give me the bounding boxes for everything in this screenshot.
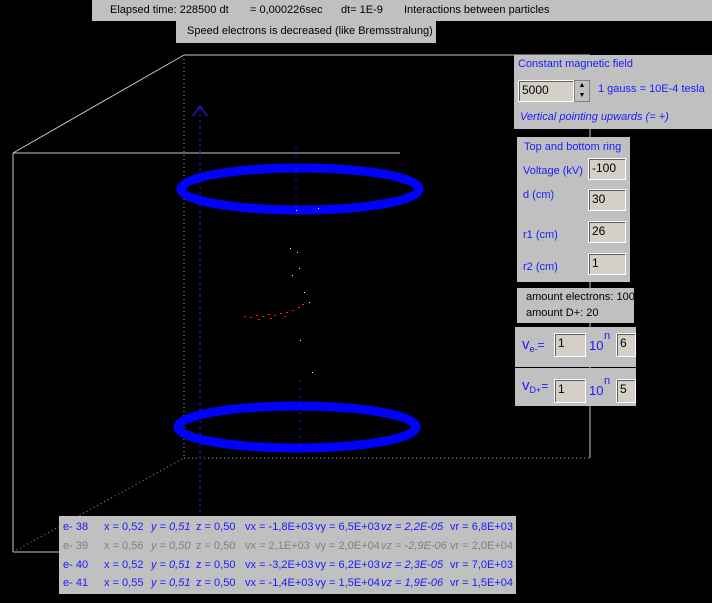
electron-vr: vr = 2,0E+04 xyxy=(450,540,513,552)
electron-id: e- 40 xyxy=(63,559,89,571)
amount-deuterons: amount D+: 20 xyxy=(526,307,599,319)
electron-z: z = 0,50 xyxy=(196,577,236,589)
info-note-text: Speed electrons is decreased (like Brems… xyxy=(187,25,433,37)
electron-x: x = 0,55 xyxy=(104,577,144,589)
vd-n: n xyxy=(604,375,611,387)
window-title: Interactions between particles xyxy=(404,4,550,16)
field-direction: Vertical pointing upwards (= +) xyxy=(520,111,669,123)
electron-readout-table: e- 38 x = 0,52 y = 0,51 z = 0,50 vx = -1… xyxy=(59,516,516,594)
electron-vx: vx = -1,8E+03 xyxy=(245,521,314,533)
ring-header: Top and bottom ring xyxy=(524,141,622,153)
voltage-input[interactable]: -100 xyxy=(588,158,626,180)
r2-label: r2 (cm) xyxy=(523,261,558,273)
ve-exponent-input[interactable]: 6 xyxy=(616,333,636,357)
electron-z: z = 0,50 xyxy=(196,559,236,571)
magnetic-field-input[interactable]: 5000 xyxy=(518,80,574,102)
ve-ten: 10 xyxy=(589,338,604,353)
electron-y: y = 0,51 xyxy=(151,559,191,571)
electron-x: x = 0,56 xyxy=(104,540,144,552)
electron-z: z = 0,50 xyxy=(196,521,236,533)
z-axis xyxy=(192,104,208,515)
ve-label: ve-= xyxy=(522,336,545,354)
electron-vy: vy = 2,0E+04 xyxy=(315,540,380,552)
electron-id: e- 39 xyxy=(63,540,89,552)
elapsed-seconds: = 0,000226sec xyxy=(250,4,323,16)
vd-label: vD+= xyxy=(522,377,549,395)
gauss-conversion: 1 gauss = 10E-4 tesla xyxy=(598,83,705,95)
electron-vx: vx = 2,1E+03 xyxy=(245,540,310,552)
electron-vr: vr = 1,5E+04 xyxy=(450,577,513,589)
r1-input[interactable]: 26 xyxy=(588,221,626,243)
cube-hidden-edges xyxy=(12,55,590,553)
electron-z: z = 0,50 xyxy=(196,540,236,552)
distance-input[interactable]: 30 xyxy=(588,189,626,211)
electron-x: x = 0,52 xyxy=(104,521,144,533)
electron-y: y = 0,50 xyxy=(151,540,191,552)
magnetic-field-header: Constant magnetic field xyxy=(518,58,633,70)
voltage-label: Voltage (kV) xyxy=(523,165,583,177)
electron-vy: vy = 6,5E+03 xyxy=(315,521,380,533)
electron-y: y = 0,51 xyxy=(151,521,191,533)
particle-cloud xyxy=(244,208,319,373)
spin-down-icon[interactable]: ▼ xyxy=(575,91,589,101)
electron-vr: vr = 6,8E+03 xyxy=(450,521,513,533)
spin-up-icon[interactable]: ▲ xyxy=(575,81,589,91)
electron-vz: vz = -2,9E-06 xyxy=(381,540,447,552)
top-ring xyxy=(176,148,424,215)
elapsed-time: Elapsed time: 228500 dt xyxy=(110,4,229,16)
cube-wireframe xyxy=(12,54,591,553)
magnetic-field-spinner[interactable]: ▲ ▼ xyxy=(574,80,590,102)
electron-vy: vy = 1,5E+04 xyxy=(315,577,380,589)
vd-exponent-input[interactable]: 5 xyxy=(616,379,636,403)
electron-vx: vx = -1,4E+03 xyxy=(245,577,314,589)
ve-n: n xyxy=(604,330,611,342)
electron-vy: vy = 6,2E+03 xyxy=(315,559,380,571)
time-step: dt= 1E-9 xyxy=(341,4,383,16)
electron-vz: vz = 2,3E-05 xyxy=(381,559,444,571)
distance-label: d (cm) xyxy=(523,189,555,201)
electron-vx: vx = -3,2E+03 xyxy=(245,559,314,571)
electron-vz: vz = 1,9E-06 xyxy=(381,577,444,589)
ve-mantissa-input[interactable]: 1 xyxy=(554,333,586,357)
ring-panel: Top and bottom ring Voltage (kV) -100 d … xyxy=(517,137,630,282)
info-note: Speed electrons is decreased (like Brems… xyxy=(176,21,436,43)
electron-id: e- 41 xyxy=(63,577,89,589)
electron-velocity-panel: ve-= 1 10 n 6 xyxy=(515,327,636,367)
r1-label: r1 (cm) xyxy=(523,229,558,241)
vd-mantissa-input[interactable]: 1 xyxy=(554,379,586,403)
amount-panel: amount electrons: 100 amount D+: 20 xyxy=(517,288,635,323)
amount-electrons: amount electrons: 100 xyxy=(526,291,635,303)
magnetic-field-panel: Constant magnetic field 5000 ▲ ▼ 1 gauss… xyxy=(514,55,712,129)
vd-ten: 10 xyxy=(589,383,604,398)
electron-vr: vr = 7,0E+03 xyxy=(450,559,513,571)
electron-vz: vz = 2,2E-05 xyxy=(381,521,444,533)
deuteron-velocity-panel: vD+= 1 10 n 5 xyxy=(515,368,636,406)
electron-x: x = 0,52 xyxy=(104,559,144,571)
status-bar: Elapsed time: 228500 dt = 0,000226sec dt… xyxy=(92,0,712,21)
bottom-ring xyxy=(173,380,421,453)
r2-input[interactable]: 1 xyxy=(588,253,626,275)
electron-id: e- 38 xyxy=(63,521,89,533)
electron-y: y = 0,51 xyxy=(151,577,191,589)
